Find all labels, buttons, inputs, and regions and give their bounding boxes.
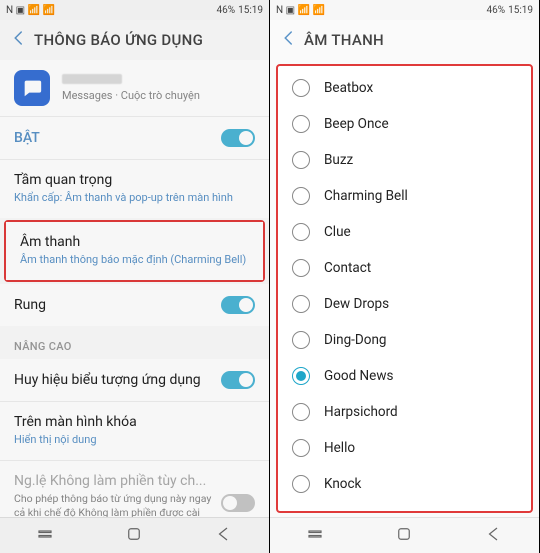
radio-icon bbox=[292, 259, 310, 277]
statusbar-left-icons: N ▣ 📶 📶 bbox=[6, 5, 55, 16]
sound-option[interactable]: Beatbox bbox=[278, 70, 531, 106]
lockscreen-title: Trên màn hình khóa bbox=[14, 414, 255, 430]
lockscreen-subtitle: Hiển thị nội dung bbox=[14, 433, 255, 448]
sound-option-label: Beatbox bbox=[324, 80, 373, 96]
sound-list-content: Beatbox Beep Once Buzz Charming Bell Clue Con… bbox=[270, 60, 539, 517]
sound-option-label: Ding-Dong bbox=[324, 332, 387, 348]
master-toggle[interactable] bbox=[221, 129, 255, 147]
nav-home[interactable] bbox=[125, 525, 143, 547]
sound-option[interactable]: Hello bbox=[278, 430, 531, 466]
sound-option[interactable]: Ding-Dong bbox=[278, 322, 531, 358]
sound-title: Âm thanh bbox=[20, 234, 249, 250]
dnd-toggle bbox=[221, 494, 255, 512]
highlight-sound-list: Beatbox Beep Once Buzz Charming Bell Clue Con… bbox=[276, 64, 533, 513]
header: THÔNG BÁO ỨNG DỤNG bbox=[0, 20, 269, 60]
app-subtitle: Messages · Cuộc trò chuyện bbox=[62, 89, 255, 102]
sound-option-label: Clue bbox=[324, 224, 351, 240]
radio-icon bbox=[292, 115, 310, 133]
sound-option[interactable]: Good News bbox=[278, 358, 531, 394]
sound-option-label: Good News bbox=[324, 368, 393, 384]
dnd-title: Ng.lệ Không làm phiền tùy ch... bbox=[14, 473, 213, 489]
sound-option-label: Knock bbox=[324, 476, 361, 492]
page-title: ÂM THANH bbox=[304, 31, 384, 49]
sound-option-label: Harpsichord bbox=[324, 404, 398, 420]
sound-option[interactable]: Contact bbox=[278, 250, 531, 286]
vibrate-row[interactable]: Rung bbox=[0, 284, 269, 326]
sound-option-label: Buzz bbox=[324, 152, 353, 168]
advanced-section-label: NÂNG CAO bbox=[0, 326, 269, 359]
sound-option[interactable]: Charming Bell bbox=[278, 178, 531, 214]
page-title: THÔNG BÁO ỨNG DỤNG bbox=[34, 31, 203, 49]
sound-option[interactable]: Dew Drops bbox=[278, 286, 531, 322]
master-toggle-row[interactable]: BẬT bbox=[0, 117, 269, 159]
radio-icon bbox=[292, 403, 310, 421]
sound-subtitle: Âm thanh thông báo mặc định (Charming Be… bbox=[20, 253, 249, 268]
nav-home[interactable] bbox=[395, 525, 413, 547]
sound-option[interactable]: Beep Once bbox=[278, 106, 531, 142]
importance-row[interactable]: Tầm quan trọng Khẩn cấp: Âm thanh và pop… bbox=[0, 160, 269, 218]
sound-option[interactable]: Clue bbox=[278, 214, 531, 250]
messages-app-icon bbox=[14, 70, 50, 106]
importance-subtitle: Khẩn cấp: Âm thanh và pop-up trên màn hì… bbox=[14, 191, 255, 206]
sound-option-label: Beep Once bbox=[324, 116, 389, 132]
sound-option-label: Contact bbox=[324, 260, 371, 276]
vibrate-title: Rung bbox=[14, 297, 46, 313]
nav-recents[interactable] bbox=[306, 525, 324, 547]
screen-sound-picker: N ▣ 📶 📶 46% 15:19 ÂM THANH Beatbox Beep O… bbox=[270, 0, 539, 553]
dnd-row: Ng.lệ Không làm phiền tùy ch... Cho phép… bbox=[0, 461, 269, 517]
settings-content: Messages · Cuộc trò chuyện BẬT Tầm quan … bbox=[0, 60, 269, 517]
master-toggle-label: BẬT bbox=[14, 130, 40, 146]
badge-toggle[interactable] bbox=[221, 371, 255, 389]
navbar bbox=[270, 517, 539, 553]
sound-option[interactable]: Knock bbox=[278, 466, 531, 502]
sound-row[interactable]: Âm thanh Âm thanh thông báo mặc định (Ch… bbox=[6, 222, 263, 280]
statusbar-left-icons: N ▣ 📶 📶 bbox=[276, 5, 325, 16]
statusbar-time: 15:19 bbox=[238, 5, 263, 16]
lockscreen-row[interactable]: Trên màn hình khóa Hiển thị nội dung bbox=[0, 402, 269, 460]
radio-icon bbox=[292, 151, 310, 169]
screen-notification-settings: N ▣ 📶 📶 46% 15:19 THÔNG BÁO ỨNG DỤNG Mes… bbox=[0, 0, 269, 553]
sound-option-label: Hello bbox=[324, 440, 355, 456]
nav-recents[interactable] bbox=[36, 525, 54, 547]
sound-option-label: Dew Drops bbox=[324, 296, 389, 312]
badge-title: Huy hiệu biểu tượng ứng dụng bbox=[14, 372, 201, 388]
app-name-blurred bbox=[62, 74, 122, 84]
vibrate-toggle[interactable] bbox=[221, 296, 255, 314]
radio-icon bbox=[292, 295, 310, 313]
statusbar-time: 15:19 bbox=[508, 5, 533, 16]
radio-icon bbox=[292, 331, 310, 349]
radio-icon bbox=[292, 367, 310, 385]
radio-icon bbox=[292, 475, 310, 493]
dnd-subtitle: Cho phép thông báo từ ứng dụng này ngay … bbox=[14, 492, 213, 517]
header: ÂM THANH bbox=[270, 20, 539, 60]
statusbar: N ▣ 📶 📶 46% 15:19 bbox=[270, 0, 539, 20]
navbar bbox=[0, 517, 269, 553]
radio-icon bbox=[292, 439, 310, 457]
radio-icon bbox=[292, 79, 310, 97]
nav-back[interactable] bbox=[485, 525, 503, 547]
nav-back[interactable] bbox=[215, 525, 233, 547]
statusbar-battery: 46% bbox=[217, 5, 236, 16]
sound-option[interactable]: Buzz bbox=[278, 142, 531, 178]
back-button[interactable] bbox=[278, 25, 304, 56]
radio-icon bbox=[292, 223, 310, 241]
importance-title: Tầm quan trọng bbox=[14, 172, 255, 188]
sound-option[interactable]: Harpsichord bbox=[278, 394, 531, 430]
back-button[interactable] bbox=[8, 25, 34, 56]
app-row[interactable]: Messages · Cuộc trò chuyện bbox=[0, 60, 269, 116]
badge-row[interactable]: Huy hiệu biểu tượng ứng dụng bbox=[0, 359, 269, 401]
radio-icon bbox=[292, 187, 310, 205]
sound-option-label: Charming Bell bbox=[324, 188, 408, 204]
statusbar-battery: 46% bbox=[487, 5, 506, 16]
highlight-sound-row: Âm thanh Âm thanh thông báo mặc định (Ch… bbox=[4, 220, 265, 282]
statusbar: N ▣ 📶 📶 46% 15:19 bbox=[0, 0, 269, 20]
